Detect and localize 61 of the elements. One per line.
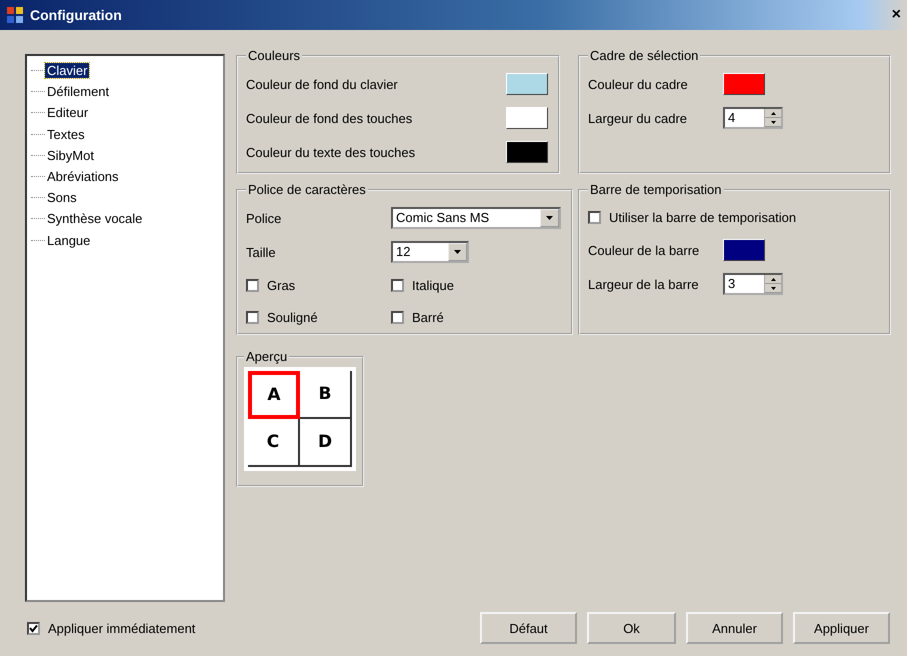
dropdown-arrow-icon[interactable]: [454, 250, 461, 254]
group-title: Barre de temporisation: [589, 182, 723, 197]
dialog-button[interactable]: Ok: [587, 612, 676, 644]
down-arrow-icon[interactable]: [770, 120, 776, 124]
tree-item[interactable]: SibyMot: [45, 148, 96, 163]
size-dropdown[interactable]: 12: [391, 241, 469, 263]
checkbox-label: Gras: [267, 278, 296, 292]
tree-item[interactable]: Langue: [45, 232, 92, 248]
field-label: Taille: [246, 244, 276, 260]
checkbox-label: Barré: [412, 310, 444, 324]
group-title: Cadre de sélection: [589, 48, 700, 63]
up-arrow-icon[interactable]: [770, 112, 776, 114]
color-swatch[interactable]: [506, 107, 548, 129]
close-button[interactable]: ×: [892, 6, 901, 24]
color-swatch[interactable]: [723, 239, 765, 261]
app-icon: [6, 6, 24, 24]
dialog-button[interactable]: Annuler: [686, 612, 783, 644]
checkbox-label: Italique: [412, 278, 454, 292]
spin-box[interactable]: 3: [723, 273, 783, 295]
tree-item[interactable]: Synthèse vocale: [45, 211, 144, 226]
checkbox[interactable]: [27, 622, 40, 634]
color-swatch[interactable]: [506, 141, 548, 163]
font-dropdown[interactable]: Comic Sans MS: [391, 207, 561, 229]
field-label: Largeur de la barre: [588, 276, 700, 292]
down-arrow-icon[interactable]: [770, 286, 776, 290]
tree-item[interactable]: Abréviations: [45, 169, 121, 184]
up-arrow-icon[interactable]: [770, 278, 776, 280]
color-swatch[interactable]: [723, 73, 765, 95]
field-label: Police: [246, 210, 282, 226]
dropdown-arrow-icon[interactable]: [546, 216, 553, 220]
field-label: Couleur de fond des touches: [246, 110, 414, 126]
preview-key: C: [248, 419, 300, 467]
field-label: Couleur de fond du clavier: [246, 76, 399, 92]
tree-item[interactable]: Editeur: [45, 105, 90, 120]
tree-item[interactable]: Clavier: [45, 63, 90, 78]
field-label: Couleur de la barre: [588, 242, 700, 258]
tree-item[interactable]: Sons: [45, 190, 79, 206]
field-label: Largeur du cadre: [588, 110, 688, 126]
group-title: Couleurs: [247, 48, 302, 63]
preview-key: B: [300, 371, 352, 419]
tree-item[interactable]: Défilement: [45, 84, 112, 100]
dialog-button[interactable]: Appliquer: [793, 612, 890, 644]
checkbox[interactable]: [246, 278, 259, 292]
checkbox[interactable]: [588, 210, 601, 224]
field-label: Couleur du cadre: [588, 76, 689, 92]
group-title: Aperçu: [245, 349, 288, 364]
preview-key: D: [300, 419, 352, 467]
checkbox-label: Utiliser la barre de temporisation: [609, 210, 796, 224]
dialog-button[interactable]: Défaut: [480, 612, 577, 644]
tree-item[interactable]: Textes: [45, 126, 87, 142]
field-label: Couleur du texte des touches: [246, 144, 416, 160]
checkbox[interactable]: [391, 310, 404, 324]
checkbox[interactable]: [391, 278, 404, 292]
spin-box[interactable]: 4: [723, 107, 783, 129]
window-title: Configuration: [30, 7, 123, 23]
preview-key: A: [248, 371, 300, 419]
color-swatch[interactable]: [506, 73, 548, 95]
checkbox[interactable]: [246, 310, 259, 324]
checkbox-label: Appliquer immédiatement: [48, 620, 196, 636]
group-title: Police de caractères: [247, 182, 367, 197]
checkbox-label: Souligné: [267, 310, 318, 324]
